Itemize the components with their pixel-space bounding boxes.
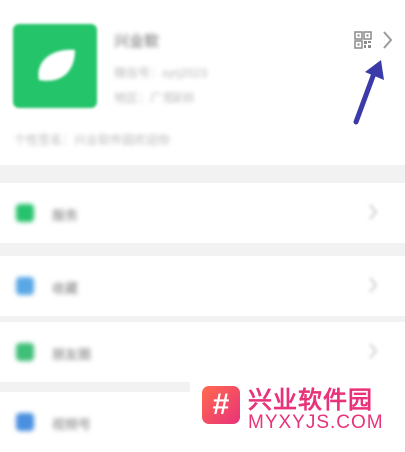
watermark-domain: MYXYJS.COM [248,412,384,433]
watermark-name: 兴业软件园 [248,387,373,414]
favorites-icon [16,277,34,295]
menu-item-label: 视频号 [52,417,92,432]
qr-code-icon[interactable] [354,31,372,49]
profile-signature: 个性签名：兴业软件园欢迎你 [14,133,171,147]
watermark: # 兴业软件园 MYXYJS.COM [190,372,405,445]
profile-region: 地区：广东 [114,91,175,105]
profile-wechat-id: 微信号：xyrj2023 [114,66,208,80]
arrow-annotation-icon [353,60,384,125]
watermark-logo-icon: # [202,386,240,424]
chevron-right-icon [369,343,378,359]
chevron-right-icon [369,277,378,293]
menu-item-favorites[interactable]: 收藏 [0,256,405,316]
channels-icon [16,413,34,431]
menu-item-label: 朋友圈 [52,347,92,362]
chevron-right-icon[interactable] [381,29,393,51]
leaf-logo-icon [38,49,75,81]
watermark-logo-glyph: # [212,388,230,421]
profile-card[interactable]: 兴业软 微信号：xyrj2023 地区：广东 深圳 个性签名：兴业软件园欢迎你 [0,0,405,165]
service-icon [16,204,34,222]
chevron-right-icon [369,204,378,220]
profile-region-extra: 深圳 [170,91,195,105]
menu-item-label: 收藏 [52,281,79,296]
menu-item-service[interactable]: 服务 [0,183,405,243]
menu-item-label: 服务 [52,208,79,223]
moments-icon [16,343,34,361]
profile-nickname: 兴业软 [114,33,160,50]
avatar[interactable] [13,24,97,108]
